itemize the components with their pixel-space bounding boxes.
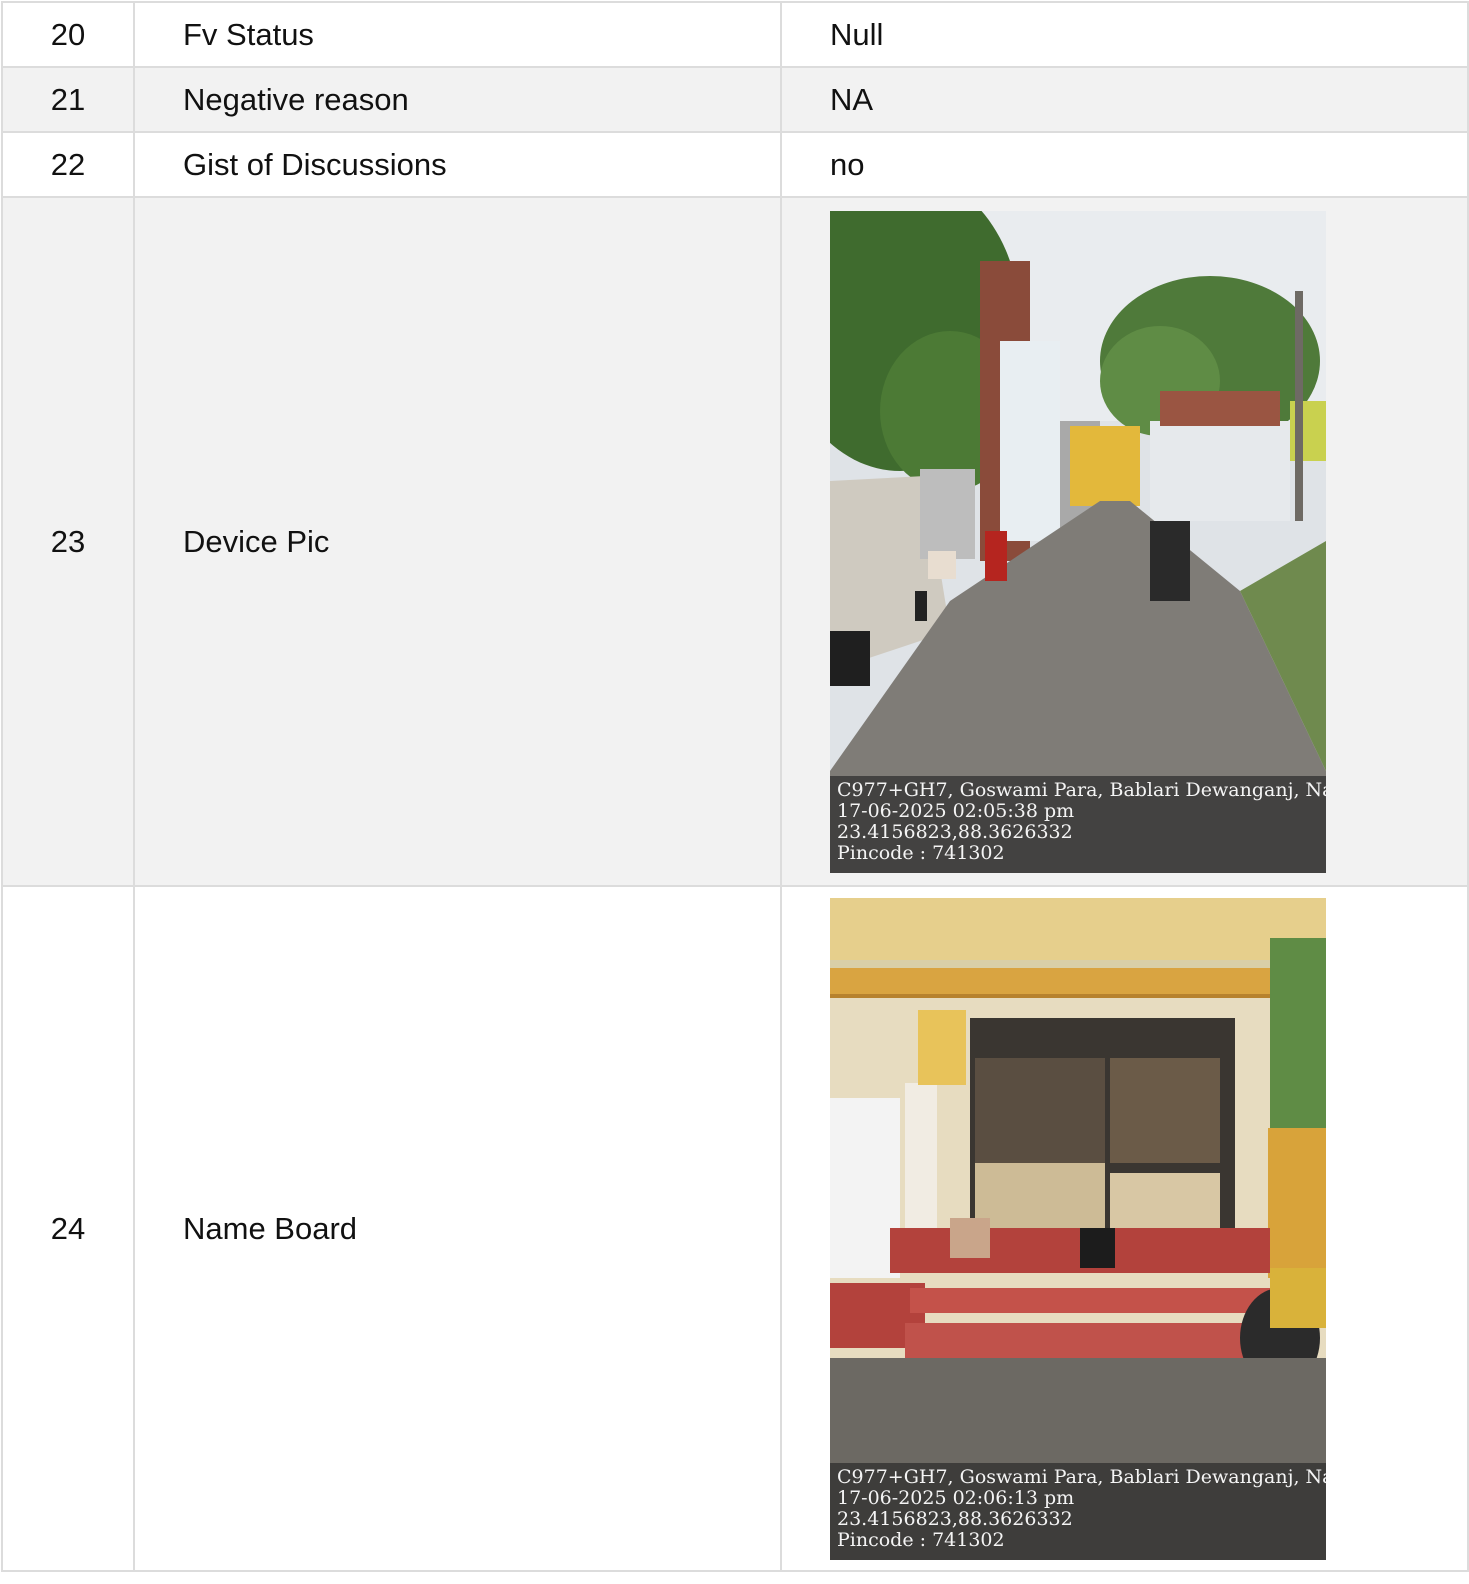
field-value: C977+GH7, Goswami Para, Bablari Dewangan… (780, 196, 1469, 887)
field-value: no (780, 131, 1469, 198)
stamp-coordinates: 23.4156823,88.3626332 (837, 820, 1073, 843)
table-row: 20 Fv Status Null (1, 1, 1469, 68)
street-lane-image (830, 210, 1326, 873)
device-photo[interactable]: C977+GH7, Goswami Para, Bablari Dewangan… (830, 210, 1326, 873)
name-board-photo[interactable]: C977+GH7, Goswami Para, Bablari Dewangan… (830, 897, 1326, 1560)
row-number: 23 (1, 196, 135, 887)
row-number: 22 (1, 131, 135, 198)
table-row: 24 Name Board C977+GH7, Goswami Para, Ba… (1, 885, 1469, 1572)
table-row: 23 Device Pic C977+GH7, Goswami Para, Ba… (1, 196, 1469, 887)
row-number: 20 (1, 1, 135, 68)
table-row: 22 Gist of Discussions no (1, 131, 1469, 198)
stamp-address: C977+GH7, Goswami Para, Bablari Dewangan… (837, 778, 1326, 801)
stamp-pincode: Pincode : 741302 (837, 841, 1005, 864)
details-table: 20 Fv Status Null 21 Negative reason NA … (1, 1, 1469, 1572)
field-value: NA (780, 66, 1469, 133)
field-label: Negative reason (133, 66, 782, 133)
field-label: Device Pic (133, 196, 782, 887)
field-label: Name Board (133, 885, 782, 1572)
row-number: 24 (1, 885, 135, 1572)
stamp-coordinates: 23.4156823,88.3626332 (837, 1507, 1073, 1530)
field-label: Fv Status (133, 1, 782, 68)
field-value: C977+GH7, Goswami Para, Bablari Dewangan… (780, 885, 1469, 1572)
table-row: 21 Negative reason NA (1, 66, 1469, 133)
geotag-stamp: C977+GH7, Goswami Para, Bablari Dewangan… (830, 1462, 1326, 1560)
shop-front-image (830, 897, 1326, 1560)
stamp-datetime: 17-06-2025 02:06:13 pm (837, 1486, 1075, 1509)
stamp-datetime: 17-06-2025 02:05:38 pm (837, 799, 1075, 822)
stamp-address: C977+GH7, Goswami Para, Bablari Dewangan… (837, 1465, 1326, 1488)
field-value: Null (780, 1, 1469, 68)
field-label: Gist of Discussions (133, 131, 782, 198)
stamp-pincode: Pincode : 741302 (837, 1528, 1005, 1551)
geotag-stamp: C977+GH7, Goswami Para, Bablari Dewangan… (830, 775, 1326, 873)
row-number: 21 (1, 66, 135, 133)
